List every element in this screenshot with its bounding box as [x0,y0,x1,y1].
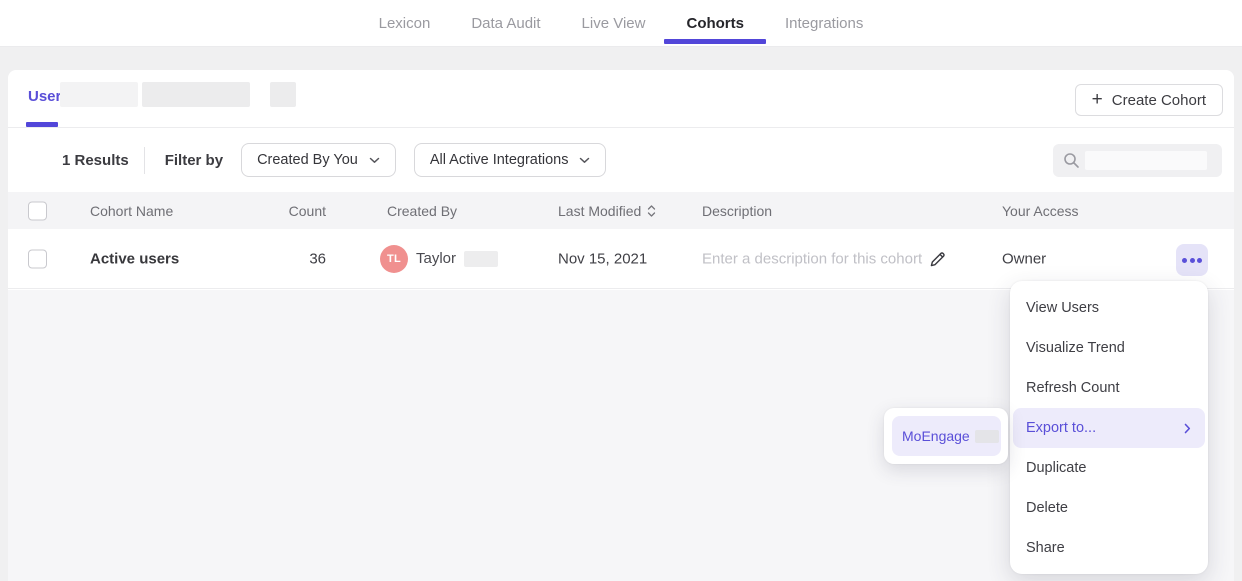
tab-data-audit[interactable]: Data Audit [469,0,542,46]
filter-by-label: Filter by [165,152,223,169]
menu-item-export-to-label: Export to... [1026,420,1096,436]
results-count: 1 Results [62,152,129,169]
header-count[interactable]: Count [230,203,326,219]
table-header: Cohort Name Count Created By Last Modifi… [8,192,1234,229]
cohort-count: 36 [230,250,326,267]
menu-item-delete[interactable]: Delete [1010,488,1208,528]
tab-cohorts[interactable]: Cohorts [684,0,746,46]
submenu-item-moengage[interactable]: MoEngage [892,416,1001,456]
integrations-dropdown-label: All Active Integrations [430,152,569,168]
avatar: TL [380,245,408,273]
description-input[interactable]: Enter a description for this cohort [702,250,922,267]
tab-lexicon[interactable]: Lexicon [377,0,433,46]
redacted-tab [270,82,296,107]
redacted-creator-surname [464,251,498,267]
edit-description-button[interactable] [928,250,947,272]
menu-item-share[interactable]: Share [1010,528,1208,568]
cohort-type-tabs: User + Create Cohort [8,70,1234,128]
header-last-modified-label: Last Modified [558,203,641,219]
menu-item-duplicate[interactable]: Duplicate [1010,448,1208,488]
menu-item-refresh-count[interactable]: Refresh Count [1010,368,1208,408]
kebab-dot-icon [1197,258,1202,263]
top-nav: Lexicon Data Audit Live View Cohorts Int… [0,0,1242,47]
header-your-access[interactable]: Your Access [1002,203,1079,219]
sort-icon[interactable] [647,204,656,218]
redacted-tab [142,82,250,107]
created-by-cell: TL Taylor [380,245,498,273]
divider [144,147,145,174]
submenu-item-moengage-label: MoEngage [902,428,970,444]
active-tab-underline [26,122,58,127]
chevron-right-icon [1184,423,1191,434]
row-actions-menu: View Users Visualize Trend Refresh Count… [1010,281,1208,574]
redacted-submenu-text [975,430,999,443]
search-icon [1063,152,1080,169]
cohort-name[interactable]: Active users [90,250,179,267]
access-level: Owner [1002,250,1046,267]
pencil-icon [928,250,947,269]
redacted-tab [60,82,138,107]
redacted-search-text [1085,151,1207,170]
created-by-dropdown[interactable]: Created By You [241,143,396,177]
create-cohort-button[interactable]: + Create Cohort [1075,84,1223,116]
header-description[interactable]: Description [702,203,772,219]
filter-bar: 1 Results Filter by Created By You All A… [8,128,1234,192]
menu-item-export-to[interactable]: Export to... [1013,408,1205,448]
tab-user[interactable]: User [28,88,61,105]
row-checkbox[interactable] [28,249,47,268]
cohorts-page: Lexicon Data Audit Live View Cohorts Int… [0,0,1242,581]
row-actions-menu-button[interactable] [1176,244,1208,276]
tab-integrations[interactable]: Integrations [783,0,865,46]
create-cohort-label: Create Cohort [1112,92,1206,109]
menu-item-view-users[interactable]: View Users [1010,288,1208,328]
export-submenu: MoEngage [884,408,1008,464]
tab-live-view[interactable]: Live View [580,0,648,46]
header-last-modified[interactable]: Last Modified [558,203,656,219]
kebab-dot-icon [1182,258,1187,263]
select-all-checkbox[interactable] [28,201,47,220]
chevron-down-icon [579,157,590,164]
search-input[interactable] [1053,144,1222,177]
header-cohort-name[interactable]: Cohort Name [90,203,173,219]
created-by-dropdown-label: Created By You [257,152,358,168]
creator-name: Taylor [416,250,456,267]
kebab-dot-icon [1190,258,1195,263]
header-created-by[interactable]: Created By [387,203,457,219]
table-row[interactable]: Active users 36 TL Taylor Nov 15, 2021 E… [8,229,1234,289]
last-modified-date: Nov 15, 2021 [558,250,647,267]
chevron-down-icon [369,157,380,164]
menu-item-visualize-trend[interactable]: Visualize Trend [1010,328,1208,368]
integrations-dropdown[interactable]: All Active Integrations [414,143,607,177]
plus-icon: + [1092,90,1103,109]
